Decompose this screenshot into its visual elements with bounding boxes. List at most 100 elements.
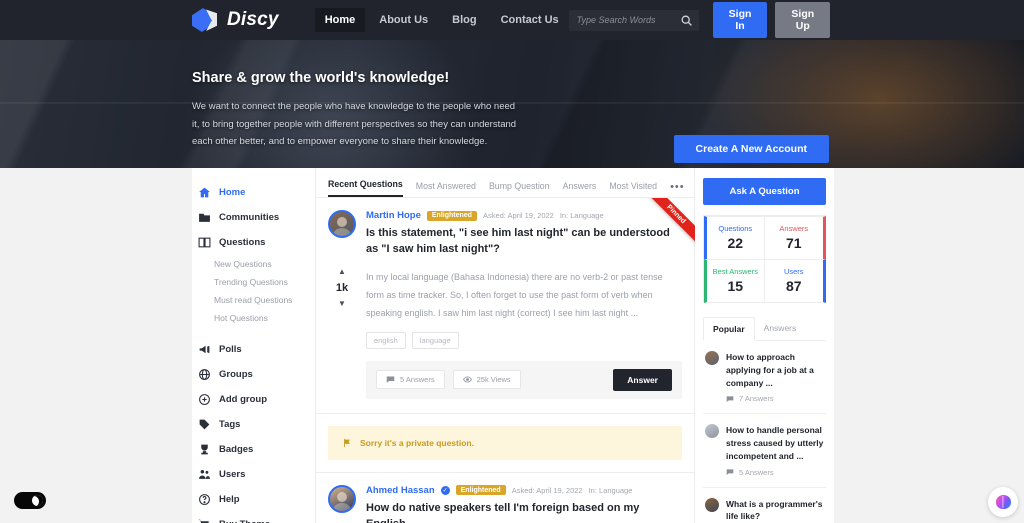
right-gutter (834, 168, 1024, 523)
sidebar-item-home[interactable]: Home (192, 180, 315, 205)
nav-item-home[interactable]: Home (315, 8, 366, 32)
stat-questions: Questions 22 (704, 216, 766, 260)
sidebar-item-buy-theme[interactable]: Buy Theme (192, 512, 315, 523)
question-title[interactable]: Is this statement, "i see him last night… (366, 226, 682, 258)
question-category[interactable]: In: Language (589, 486, 633, 495)
megaphone-icon (198, 343, 211, 356)
downvote-icon[interactable]: ▼ (328, 300, 356, 308)
sidebar-item-add-group[interactable]: Add group (192, 387, 315, 412)
sign-up-button[interactable]: Sign Up (775, 2, 830, 38)
popular-question-title[interactable]: How to handle personal stress caused by … (726, 424, 824, 462)
popular-answers-label: 7 Answers (739, 394, 774, 403)
sidebar-subitem-trending-questions[interactable]: Trending Questions (192, 273, 315, 291)
page-root: Discy Home About Us Blog Contact Us Sign… (0, 0, 1024, 523)
question-body-row: ▲ 1k ▼ In my local language (Bahasa Indo… (328, 268, 682, 322)
question-asked-date: Asked: April 19, 2022 (512, 486, 583, 495)
pinned-ribbon-label: Pinned (643, 198, 695, 247)
sidebar-item-label: Buy Theme (219, 519, 270, 523)
views-count-pill[interactable]: 25k Views (453, 370, 521, 389)
avatar[interactable] (328, 485, 356, 513)
sidebar-item-communities[interactable]: Communities (192, 205, 315, 230)
stats-grid: Questions 22 Answers 71 Best Answers 15 … (703, 215, 826, 303)
sidebar-item-groups[interactable]: Groups (192, 362, 315, 387)
list-item: What is a programmer's life like? 5 Answ… (703, 488, 826, 523)
question-author[interactable]: Martin Hope (366, 210, 421, 221)
home-icon (198, 186, 211, 199)
sidebar-item-badges[interactable]: Badges (192, 437, 315, 462)
sidebar-item-polls[interactable]: Polls (192, 337, 315, 362)
sign-in-button[interactable]: Sign In (713, 2, 768, 38)
dark-mode-toggle[interactable] (14, 492, 46, 509)
question-author[interactable]: Ahmed Hassan (366, 485, 435, 496)
trophy-icon (198, 443, 211, 456)
answer-button[interactable]: Answer (613, 369, 672, 391)
answers-count-label: 5 Answers (400, 375, 435, 384)
stat-label: Answers (767, 224, 821, 233)
users-icon (198, 468, 211, 481)
question-category[interactable]: In: Language (560, 211, 604, 220)
sidebar-item-tags[interactable]: Tags (192, 412, 315, 437)
content-area: Home Communities Questions New Questions… (0, 168, 1024, 523)
sidebar-item-label: Tags (219, 419, 240, 430)
popular-question-title[interactable]: How to approach applying for a job at a … (726, 351, 824, 389)
sidebar-item-label: Home (219, 187, 245, 198)
avatar[interactable] (328, 210, 356, 238)
ask-a-question-button[interactable]: Ask A Question (703, 178, 826, 205)
question-title[interactable]: How do native speakers tell I'm foreign … (366, 501, 682, 523)
main-column: Recent Questions Most Answered Bump Ques… (315, 168, 695, 523)
nav-item-contact-us[interactable]: Contact Us (491, 8, 569, 32)
tab-most-visited[interactable]: Most Visited (609, 181, 657, 197)
sidebar-item-label: Users (219, 469, 245, 480)
tabs-more-button[interactable]: ••• (670, 181, 685, 197)
list-item: How to handle personal stress caused by … (703, 414, 826, 487)
question-card: Pinned Martin Hope Enlightened Asked: Ap… (316, 198, 694, 414)
tab-answers[interactable]: Answers (563, 181, 597, 197)
tab-bump-question[interactable]: Bump Question (489, 181, 550, 197)
sidebar-item-label: Add group (219, 394, 267, 405)
sidebar-item-label: Badges (219, 444, 253, 455)
status-badge: Enlightened (456, 485, 506, 495)
sidebar-item-help[interactable]: Help (192, 487, 315, 512)
search-input[interactable] (569, 10, 699, 31)
tag-item[interactable]: language (412, 332, 459, 349)
tag-item[interactable]: english (366, 332, 406, 349)
question-card: Ahmed Hassan ✓ Enlightened Asked: April … (316, 473, 694, 523)
nav-item-about-us[interactable]: About Us (369, 8, 438, 32)
site-logo[interactable]: Discy (192, 7, 279, 33)
vote-control: ▲ 1k ▼ (328, 268, 356, 322)
stat-label: Best Answers (709, 267, 763, 276)
comment-icon (386, 375, 395, 384)
assistant-button[interactable] (988, 487, 1018, 517)
question-excerpt: In my local language (Bahasa Indonesia) … (366, 268, 682, 322)
tab-popular[interactable]: Popular (703, 317, 755, 341)
avatar[interactable] (705, 351, 719, 365)
comment-icon (726, 395, 734, 403)
stat-label: Users (767, 267, 821, 276)
avatar[interactable] (705, 498, 719, 512)
popular-answers-count: 7 Answers (726, 394, 824, 403)
sidebar-subitem-hot-questions[interactable]: Hot Questions (192, 309, 315, 327)
sidebar-subitem-must-read-questions[interactable]: Must read Questions (192, 291, 315, 309)
stat-answers: Answers 71 (764, 216, 826, 260)
sidebar-item-questions[interactable]: Questions (192, 230, 315, 255)
tab-answers[interactable]: Answers (755, 317, 806, 340)
tab-most-answered[interactable]: Most Answered (416, 181, 476, 197)
hero-text-block: Share & grow the world's knowledge! We w… (192, 70, 522, 151)
tab-recent-questions[interactable]: Recent Questions (328, 179, 403, 197)
nav-item-blog[interactable]: Blog (442, 8, 486, 32)
hero-banner: Share & grow the world's knowledge! We w… (0, 40, 1024, 168)
tag-icon (198, 418, 211, 431)
sidebar-item-users[interactable]: Users (192, 462, 315, 487)
add-group-icon (198, 393, 211, 406)
sidebar-subitem-new-questions[interactable]: New Questions (192, 255, 315, 273)
upvote-icon[interactable]: ▲ (328, 268, 356, 276)
private-question-notice: Sorry it's a private question. (328, 426, 682, 460)
stat-value: 87 (767, 278, 821, 294)
stat-value: 22 (709, 235, 763, 251)
avatar[interactable] (705, 424, 719, 438)
create-account-button[interactable]: Create A New Account (674, 135, 829, 163)
answers-count-pill[interactable]: 5 Answers (376, 370, 445, 389)
popular-question-title[interactable]: What is a programmer's life like? (726, 498, 824, 523)
stat-label: Questions (709, 224, 763, 233)
discy-logo-icon (192, 7, 218, 33)
